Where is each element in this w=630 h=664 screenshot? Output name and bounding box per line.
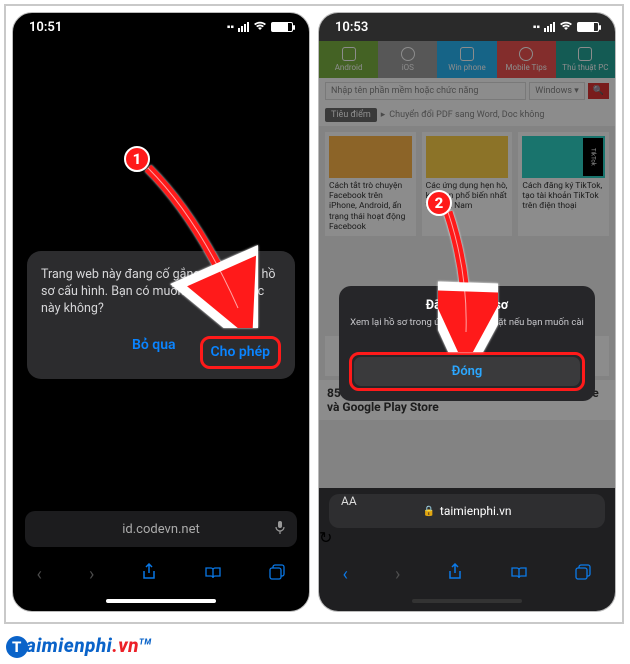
tabs-icon[interactable] (575, 564, 591, 585)
wifi-icon (253, 20, 267, 34)
tabs-icon[interactable] (269, 564, 285, 585)
status-bar: 10:51 ▪▪ (13, 13, 309, 41)
lock-icon: 🔒 (422, 506, 434, 517)
url-text: taimienphi.vn (440, 504, 512, 518)
home-indicator (412, 599, 522, 603)
watermark-logo: T (6, 636, 28, 658)
skip-button[interactable]: Bỏ qua (132, 336, 176, 369)
home-indicator (106, 599, 216, 603)
forward-icon[interactable]: › (395, 564, 400, 585)
step-badge-1: 1 (124, 146, 150, 172)
cellular-icon (238, 22, 249, 32)
clock: 10:53 (335, 20, 368, 35)
recording-indicator: ▪▪ (533, 22, 540, 33)
address-bar[interactable]: id.codevn.net (25, 511, 297, 547)
safari-bottom: AA 🔒 taimienphi.vn ↻ ‹ › (319, 488, 615, 611)
mic-icon[interactable] (275, 520, 285, 538)
status-icons: ▪▪ (227, 20, 293, 34)
wifi-icon (559, 20, 573, 34)
status-bar: 10:53 ▪▪ (319, 13, 615, 41)
bookmarks-icon[interactable] (204, 564, 222, 585)
status-icons: ▪▪ (533, 20, 599, 34)
cellular-icon (544, 22, 555, 32)
clock: 10:51 (29, 20, 62, 35)
share-icon[interactable] (447, 563, 463, 586)
battery-icon (271, 22, 293, 32)
arrow-1 (138, 158, 258, 332)
safari-toolbar: ‹ › (13, 553, 309, 595)
back-icon[interactable]: ‹ (37, 564, 42, 585)
recording-indicator: ▪▪ (227, 22, 234, 33)
watermark: Taimienphi.vnTM (6, 634, 152, 658)
url-text: id.codevn.net (122, 522, 200, 537)
forward-icon[interactable]: › (89, 564, 94, 585)
safari-toolbar: ‹ › (319, 553, 615, 595)
back-icon[interactable]: ‹ (343, 564, 348, 585)
step-badge-2: 2 (426, 190, 452, 216)
battery-icon (577, 22, 599, 32)
address-bar[interactable]: 🔒 taimienphi.vn (329, 494, 605, 528)
close-highlight: Đóng (349, 352, 585, 391)
close-button[interactable]: Đóng (354, 357, 580, 386)
share-icon[interactable] (141, 563, 157, 586)
allow-button[interactable]: Cho phép (200, 336, 281, 369)
tutorial-frame: 10:51 ▪▪ Trang web này đang cố gắng tải … (4, 4, 624, 624)
reload-icon[interactable]: ↻ (319, 528, 332, 547)
text-size-button[interactable]: AA (341, 494, 357, 508)
safari-bottom: id.codevn.net ‹ › (13, 511, 309, 611)
arrow-2 (438, 202, 498, 356)
bookmarks-icon[interactable] (510, 564, 528, 585)
